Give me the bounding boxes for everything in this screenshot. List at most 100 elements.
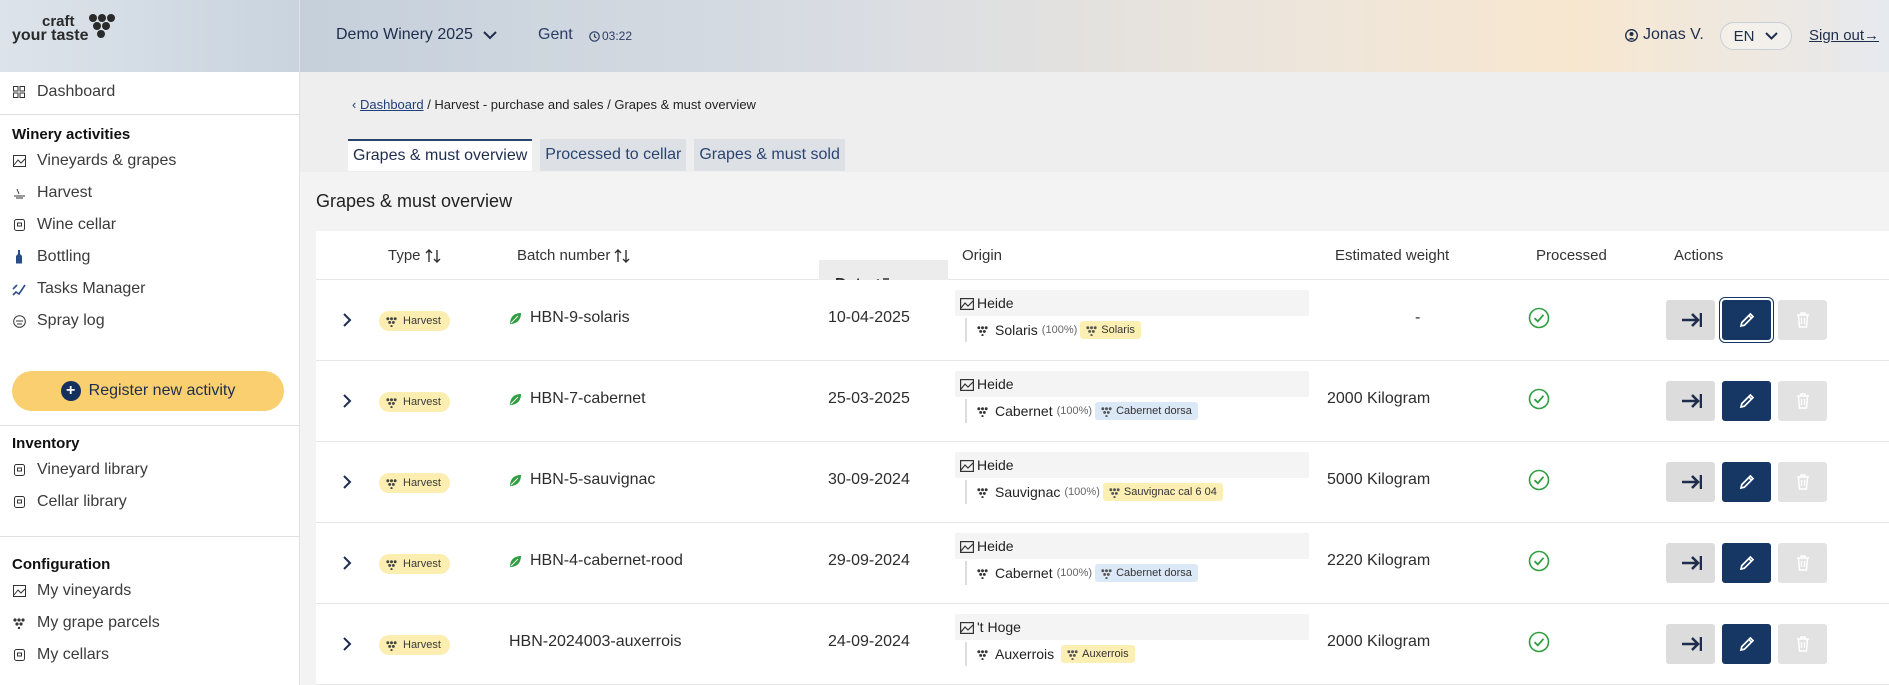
sidebar-item-cellar-library[interactable]: Cellar library [0,486,299,518]
origin-variety: Cabernet (100%) Cabernet dorsa [965,399,1198,423]
estimated-weight: 2000 Kilogram [1327,390,1431,407]
sidebar-item-bottling[interactable]: Bottling [0,241,299,273]
batch-number: HBN-5-sauvignac [509,471,655,489]
grapes-icon [1086,325,1097,336]
type-badge: Harvest [379,392,450,412]
trash-icon [1796,393,1809,409]
expand-row-chevron-icon[interactable] [337,468,357,496]
origin-vineyard: Heide [955,452,1309,478]
parcel-chip-label: Cabernet dorsa [1116,405,1192,417]
sidebar-divider [0,425,299,426]
batch-number: HBN-4-cabernet-rood [509,552,683,570]
expand-row-chevron-icon[interactable] [337,387,357,415]
landscape-icon [960,459,975,475]
delete-button[interactable] [1778,462,1827,502]
sidebar-item-tasks-manager[interactable]: Tasks Manager [0,273,299,305]
processed-check-icon [1528,550,1550,572]
sidebar-divider [0,536,299,537]
grapes-icon [12,616,26,630]
winery-selector[interactable]: Demo Winery 2025 [336,26,497,44]
type-label: Harvest [403,477,441,489]
sidebar-item-label: Vineyard library [37,461,148,478]
batch-number: HBN-2024003-auxerrois [509,633,682,651]
delete-button[interactable] [1778,300,1827,340]
language-select[interactable]: EN [1720,22,1792,50]
variety-percentage: (100%) [1041,324,1078,336]
grapes-icon [386,316,397,327]
sidebar-item-wine-cellar[interactable]: Wine cellar [0,209,299,241]
expand-row-chevron-icon[interactable] [337,630,357,658]
library-icon [12,495,26,509]
move-to-cellar-button[interactable] [1666,381,1715,421]
edit-button[interactable] [1722,624,1771,664]
barrel-icon [12,218,26,232]
sidebar-item-my-cellars[interactable]: My cellars [0,639,299,671]
type-badge: Harvest [379,554,450,574]
column-header-type[interactable]: Type [388,231,441,280]
sidebar-item-my-vineyards[interactable]: My vineyards [0,575,299,607]
sidebar: craft your taste Dashboard Winery activi… [0,0,300,685]
organic-leaf-icon [509,312,522,325]
organic-leaf-icon [509,555,522,568]
register-new-activity-button[interactable]: + Register new activity [12,371,284,411]
barrel-icon [12,648,26,662]
origin-name: Heide [977,295,1014,311]
move-to-cellar-button[interactable] [1666,300,1715,340]
plus-icon: + [60,381,81,401]
sidebar-item-harvest[interactable]: Harvest [0,177,299,209]
delete-button[interactable] [1778,624,1827,664]
user-menu[interactable]: Jonas V. [1625,26,1704,44]
tab-grapes-must-sold[interactable]: Grapes & must sold [694,139,845,171]
grapes-icon [977,406,988,417]
tab-grapes-must-overview[interactable]: Grapes & must overview [348,139,533,171]
tab-bar: Grapes & must overview Processed to cell… [348,139,853,171]
sidebar-item-label: My grape parcels [37,614,160,631]
grapes-icon [977,649,988,660]
estimated-weight: 2220 Kilogram [1327,552,1431,569]
spray-icon [12,314,26,328]
type-label: Harvest [403,396,441,408]
grapes-icon [1109,487,1120,498]
expand-row-chevron-icon[interactable] [337,306,357,334]
date-cell: 24-09-2024 [828,633,910,650]
parcel-chip-label: Cabernet dorsa [1116,567,1192,579]
parcel-chip: Auxerrois [1061,645,1135,663]
delete-button[interactable] [1778,543,1827,583]
sidebar-item-vineyards-grapes[interactable]: Vineyards & grapes [0,145,299,177]
move-to-cellar-button[interactable] [1666,543,1715,583]
expand-row-chevron-icon[interactable] [337,549,357,577]
sidebar-item-label: Harvest [37,184,93,201]
timer-value: 03:22 [602,29,633,43]
sign-out-link[interactable]: Sign out→ [1809,27,1879,44]
sidebar-item-my-grape-parcels[interactable]: My grape parcels [0,607,299,639]
page-title: Grapes & must overview [316,191,513,211]
type-label: Harvest [403,639,441,651]
variety-percentage: (100%) [1056,567,1093,579]
column-header-batch-number[interactable]: Batch number [517,231,630,280]
move-to-cellar-button[interactable] [1666,462,1715,502]
edit-button[interactable] [1722,300,1771,340]
sidebar-item-dashboard[interactable]: Dashboard [0,76,299,108]
estimated-weight: 2000 Kilogram [1327,633,1431,650]
sidebar-item-vineyard-library[interactable]: Vineyard library [0,454,299,486]
column-label: Batch number [517,247,611,264]
origin-variety: Cabernet (100%) Cabernet dorsa [965,561,1198,585]
delete-button[interactable] [1778,381,1827,421]
move-to-cellar-button[interactable] [1666,624,1715,664]
breadcrumb-dashboard-link[interactable]: Dashboard [360,97,424,112]
arrow-right-bar-icon [1681,475,1702,489]
origin-variety: Auxerrois Auxerrois [965,642,1135,666]
sidebar-item-label: Tasks Manager [37,280,146,297]
organic-leaf-icon [509,393,522,406]
sidebar-item-spray-log[interactable]: Spray log [0,305,299,337]
logo-line2: your taste [12,27,89,44]
edit-button[interactable] [1722,462,1771,502]
type-badge: Harvest [379,311,450,331]
tab-processed-to-cellar[interactable]: Processed to cellar [540,139,687,171]
table-row: Harvest HBN-5-sauvignac 30-09-2024 Heide… [316,442,1889,523]
grapes-icon [1101,406,1112,417]
app-logo[interactable]: craft your taste [0,0,299,72]
edit-button[interactable] [1722,543,1771,583]
edit-button[interactable] [1722,381,1771,421]
variety-name: Sauvignac [995,484,1061,500]
